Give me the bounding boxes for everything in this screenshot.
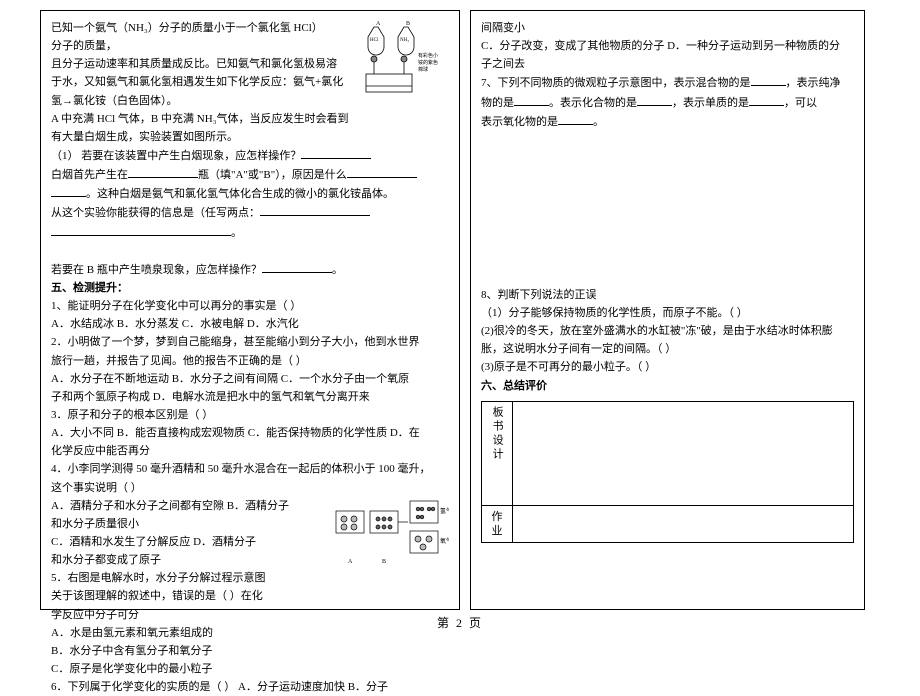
svg-text:A: A — [348, 559, 353, 565]
board-design-cell — [513, 401, 854, 505]
blank — [260, 203, 370, 216]
apparatus-side-label: 有彩色小 — [418, 52, 438, 59]
svg-text:A: A — [376, 21, 381, 27]
summary-table: 板书设计 作业 — [481, 401, 854, 544]
blank — [301, 146, 371, 159]
blank — [128, 165, 198, 178]
svg-text:氢气: 氢气 — [440, 507, 449, 515]
svg-text:NH₃: NH₃ — [400, 38, 409, 43]
blank — [749, 93, 784, 106]
svg-text:B: B — [382, 559, 386, 565]
q5-4: 4．小李同学测得 50 毫升酒精和 50 毫升水混合在一起后的体积小于 100 … — [51, 463, 431, 475]
svg-text:HCl: HCl — [370, 38, 379, 43]
blank — [347, 165, 417, 178]
q5-2: 2．小明做了一个梦，梦到自己能缩身，甚至能缩小到分子大小，他到水世界 — [51, 336, 420, 348]
q8: 8、判断下列说法的正误 — [481, 289, 597, 301]
section-6-title: 六、总结评价 — [481, 377, 854, 395]
intro-text: 已知一个氨气（NH₃）分子的质量小于一个氯化氢 HCl） — [51, 22, 323, 34]
blank — [751, 73, 786, 86]
q5-5: 5．右图是电解水时，水分子分解过程示意图 — [51, 572, 266, 584]
q1: （1） 若要在该装置中产生白烟现象，应怎样操作？ — [51, 150, 301, 162]
svg-text:铵的紫色: 铵的紫色 — [418, 59, 438, 66]
blank — [51, 223, 231, 236]
homework-cell — [513, 505, 854, 543]
blank — [558, 112, 593, 125]
spacer — [481, 131, 854, 286]
right-column: 间隔变小 C．分子改变，变成了其他物质的分子 D．一种分子运动到另一种物质的分 … — [470, 10, 865, 610]
svg-text:B: B — [406, 21, 410, 27]
apparatus-figure: A B HCl NH₃ 有彩色小 铵的紫色 棉球 — [354, 19, 449, 99]
q5-3: 3．原子和分子的根本区别是（ ） — [51, 409, 213, 421]
blank — [637, 93, 672, 106]
svg-text:棉球: 棉球 — [418, 66, 428, 73]
homework-label: 作业 — [482, 505, 513, 543]
blank — [514, 93, 549, 106]
q5-1: 1、能证明分子在化学变化中可以再分的事实是（ ） — [51, 300, 301, 312]
q5-6: 6．下列属于化学变化的实质的是（ ） A．分子运动速度加快 B．分子 — [51, 681, 388, 693]
blank — [51, 184, 86, 197]
section-5-title: 五、检测提升： — [51, 279, 449, 297]
svg-text:氧气: 氧气 — [440, 537, 449, 545]
electrolysis-figure: 氢气 氧气 A B — [334, 497, 449, 567]
q2: 若要在 B 瓶中产生喷泉现象，应怎样操作？ — [51, 264, 262, 276]
q7: 7、下列不同物质的微观粒子示意图中，表示混合物的是 — [481, 77, 751, 89]
left-column: A B HCl NH₃ 有彩色小 铵的紫色 棉球 已知一个氨气（NH₃）分子的质… — [40, 10, 460, 610]
blank — [262, 260, 332, 273]
board-design-label: 板书设计 — [482, 401, 513, 505]
